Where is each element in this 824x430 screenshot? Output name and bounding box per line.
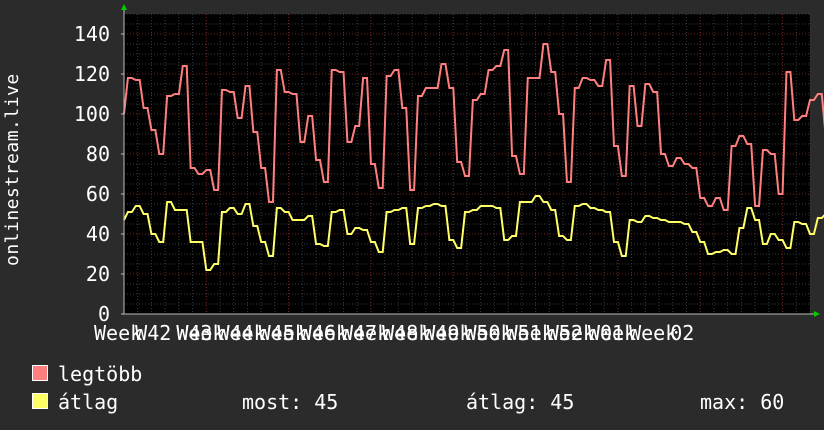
x-tick-label: W44 xyxy=(217,321,253,345)
graph-panel: 0 20 40 60 80 100 120 140 Week W42 Week W43 Week W44 W… xyxy=(0,0,824,430)
x-tick-label: W51 xyxy=(506,321,542,345)
legend-label-avg: átlag xyxy=(58,390,119,414)
x-tick-label: W50 xyxy=(464,321,500,345)
x-tick-label: W01 xyxy=(588,321,624,345)
x-tick-label: W46 xyxy=(300,321,336,345)
x-tick-label: W47 xyxy=(341,321,377,345)
y-tick-label: 140 xyxy=(74,22,110,46)
x-axis-arrow xyxy=(814,311,820,317)
line-chart: 020406080100120140WeekW42 WeekW43 WeekW44 W… xyxy=(74,4,824,345)
x-tick-label: W48 xyxy=(382,321,418,345)
y-tick-label: 120 xyxy=(74,62,110,86)
legend-swatch-avg xyxy=(32,393,48,409)
x-tick-label: W52 xyxy=(547,321,583,345)
legend-label-max: legtöbb xyxy=(58,362,143,386)
stat-maximum: max: 60 xyxy=(700,390,785,414)
y-axis-arrow xyxy=(121,4,127,10)
x-tick-label: W43 xyxy=(176,321,212,345)
y-axis-label: onlinestream.live xyxy=(2,73,23,267)
stat-now: most: 45 xyxy=(242,390,339,414)
y-tick-label: 20 xyxy=(86,262,110,286)
x-tick-label: 02 xyxy=(670,321,694,345)
legend-swatch-max xyxy=(32,365,48,381)
x-tick-label: W42 xyxy=(135,321,171,345)
x-tick-label: W49 xyxy=(423,321,459,345)
y-tick-label: 80 xyxy=(86,142,110,166)
y-tick-label: 60 xyxy=(86,182,110,206)
y-tick-label: 100 xyxy=(74,102,110,126)
stat-average: átlag: 45 xyxy=(466,390,575,414)
y-tick-label: 40 xyxy=(86,222,110,246)
x-tick-label: W45 xyxy=(259,321,295,345)
